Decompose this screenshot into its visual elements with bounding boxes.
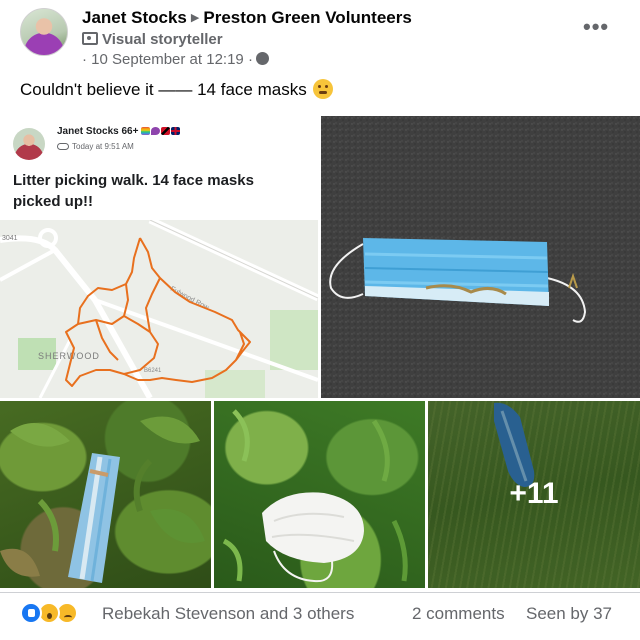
photo-3-mask-in-weeds[interactable] [0, 401, 211, 588]
route-map: 3041 SHERWOOD Fulwood Row B6241 [0, 216, 318, 398]
svg-text:3041: 3041 [2, 235, 18, 242]
embedded-author-avatar [13, 128, 45, 160]
embedded-author-name: Janet Stocks 66+ [57, 126, 139, 137]
mask-in-weeds-image [0, 416, 205, 583]
cloud-icon [57, 143, 69, 150]
photo-5-more-photos[interactable]: +11 [428, 401, 640, 588]
trinidad-flag-icon [161, 127, 171, 135]
caption-text: Couldn't believe it —— 14 face masks [20, 80, 307, 99]
post-timestamp: · 10 September at 12:19 · [82, 51, 269, 68]
purple-heart-icon [151, 127, 161, 135]
like-icon [20, 602, 42, 624]
white-mask-image [222, 409, 408, 583]
timestamp-text[interactable]: · 10 September at 12:19 · [82, 51, 253, 68]
group-name[interactable]: Preston Green Volunteers [203, 8, 411, 27]
photo-1-screenshot[interactable]: Janet Stocks 66+ Today at 9:51 AM Litter… [0, 116, 318, 398]
embedded-time-text: Today at 9:51 AM [72, 142, 134, 151]
post-caption: Couldn't believe it —— 14 face masks [20, 79, 334, 100]
map-label-area: SHERWOOD [38, 351, 100, 361]
svg-text:B6241: B6241 [144, 368, 162, 374]
post-header-names: Janet Stocks ▶ Preston Green Volunteers [82, 8, 412, 28]
more-options-button[interactable]: ••• [583, 14, 609, 40]
seen-count[interactable]: Seen by 37 [526, 604, 612, 624]
rainbow-emoji-icon [141, 127, 151, 135]
photo-4-white-mask-in-grass[interactable] [214, 401, 425, 588]
more-photos-count[interactable]: +11 [428, 477, 640, 511]
footer-divider [0, 592, 640, 593]
badge-label: Visual storyteller [102, 31, 223, 48]
author-badge[interactable]: Visual storyteller [82, 31, 223, 48]
author-name[interactable]: Janet Stocks [82, 8, 187, 27]
route-map-svg: 3041 SHERWOOD Fulwood Row B6241 [0, 216, 318, 398]
reactors-text[interactable]: Rebekah Stevenson and 3 others [102, 604, 354, 624]
mask-on-tarmac-image [321, 116, 640, 398]
photo-2-mask-on-tarmac[interactable] [321, 116, 640, 398]
triangle-right-icon: ▶ [190, 12, 200, 24]
reaction-icons[interactable] [20, 602, 96, 624]
author-emojis [141, 126, 181, 137]
uk-flag-icon [171, 127, 181, 135]
comments-count[interactable]: 2 comments [412, 604, 505, 624]
embedded-post-text: Litter picking walk. 14 face masks picke… [13, 172, 254, 210]
grimacing-face-icon [313, 79, 334, 99]
embedded-author-line: Janet Stocks 66+ [57, 126, 181, 137]
visual-storyteller-icon [82, 32, 98, 45]
author-avatar[interactable] [20, 8, 68, 56]
embedded-time: Today at 9:51 AM [57, 142, 134, 151]
globe-icon [255, 52, 269, 65]
facebook-post: Janet Stocks ▶ Preston Green Volunteers Vi… [0, 0, 640, 640]
